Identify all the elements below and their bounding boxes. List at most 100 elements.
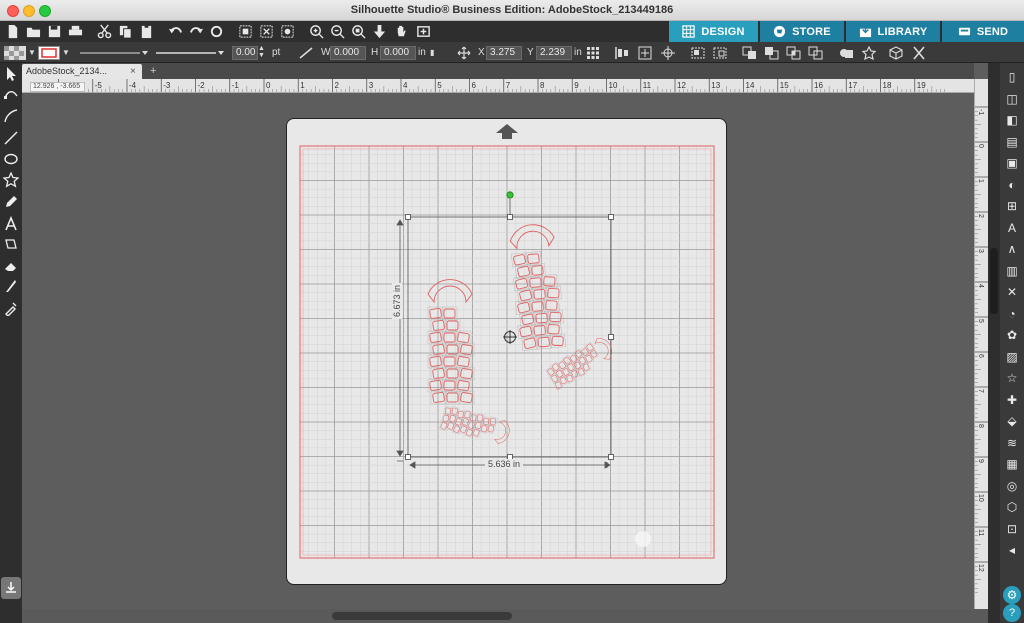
hatch-icon[interactable]: ▦	[1003, 455, 1021, 473]
anchor-grid-icon[interactable]	[586, 45, 600, 60]
stroke-width-field[interactable]: 0.00	[232, 46, 258, 60]
y-position-field[interactable]: 2.239	[536, 46, 572, 60]
knife-panel-icon[interactable]: ◔	[1003, 305, 1021, 323]
horizontal-scroll-thumb[interactable]	[332, 612, 512, 620]
center-icon[interactable]	[660, 45, 676, 60]
print-icon[interactable]	[67, 24, 83, 39]
cutting-mat[interactable]: 6.673 in 5.636 in	[286, 118, 727, 585]
collapse-panel-icon[interactable]: ◂	[1003, 541, 1021, 559]
sketch-icon[interactable]: ≋	[1003, 434, 1021, 452]
ruler-right-label: 11	[977, 529, 984, 536]
point-edit-icon[interactable]	[2, 85, 20, 103]
new-document-icon[interactable]	[4, 24, 20, 39]
tab-library[interactable]: LIBRARY	[846, 21, 940, 42]
scale-icon[interactable]: ✕	[1003, 283, 1021, 301]
point-edit-panel-icon[interactable]: ▨	[1003, 348, 1021, 366]
link-aspect-icon[interactable]: ▮	[430, 45, 434, 60]
pan-hand-icon[interactable]	[393, 24, 409, 39]
settings-gear-icon[interactable]: ⚙	[1003, 586, 1021, 604]
x-position-field[interactable]: 3.275	[486, 46, 522, 60]
align-panel-icon[interactable]: ▥	[1003, 262, 1021, 280]
select-all-icon[interactable]	[237, 24, 253, 39]
offset-panel-icon[interactable]: ✿	[1003, 326, 1021, 344]
replicate-icon[interactable]: ▣	[1003, 154, 1021, 172]
weld-icon[interactable]	[838, 45, 854, 60]
trace-icon[interactable]: ∧	[1003, 240, 1021, 258]
star-tool-icon[interactable]	[2, 171, 20, 189]
pixscan-icon[interactable]: ◎	[1003, 477, 1021, 495]
delete-x-icon[interactable]	[911, 45, 927, 60]
tab-send[interactable]: SEND	[942, 21, 1024, 42]
undo-icon[interactable]	[167, 24, 183, 39]
nesting-icon[interactable]: ⊡	[1003, 520, 1021, 538]
document-tab[interactable]: AdobeStock_2134... ×	[22, 64, 142, 79]
open-folder-icon[interactable]	[25, 24, 41, 39]
send-to-back-icon[interactable]	[764, 45, 780, 60]
deselect-icon[interactable]	[258, 24, 274, 39]
close-tab-icon[interactable]: ×	[130, 64, 136, 79]
zoom-in-icon[interactable]	[308, 24, 324, 39]
puzzle-icon[interactable]: ✚	[1003, 391, 1021, 409]
bring-to-front-icon[interactable]	[742, 45, 758, 60]
select-arrow-icon[interactable]	[2, 65, 20, 83]
fill-panel-icon[interactable]: ◐	[1003, 176, 1021, 194]
send-backward-icon[interactable]	[808, 45, 824, 60]
tab-design[interactable]: DESIGN	[669, 21, 758, 42]
text-tool-icon[interactable]	[2, 215, 20, 233]
line-weight-selector[interactable]	[154, 45, 224, 60]
text-style-icon[interactable]: A	[1003, 219, 1021, 237]
x-label: X	[478, 47, 485, 58]
zoom-out-icon[interactable]	[329, 24, 345, 39]
stroke-width-stepper[interactable]: ▲ ▼	[258, 45, 265, 60]
cube-3d-icon[interactable]: ⬡	[1003, 498, 1021, 516]
line-color-dropdown-chevron-icon[interactable]: ▼	[62, 45, 70, 60]
width-field[interactable]: 0.000	[330, 46, 366, 60]
eraser-tool-icon[interactable]	[2, 257, 20, 275]
line-style-selector[interactable]	[78, 45, 148, 60]
fill-pattern-swatch[interactable]	[4, 45, 26, 60]
move-arrows-icon[interactable]	[456, 45, 472, 60]
transform-icon[interactable]: ⊞	[1003, 197, 1021, 215]
help-icon[interactable]: ?	[1003, 604, 1021, 622]
design-store-icon[interactable]: ◫	[1003, 90, 1021, 108]
bring-forward-icon[interactable]	[786, 45, 802, 60]
redo-icon[interactable]	[188, 24, 204, 39]
vertical-scrollbar-track[interactable]	[988, 63, 1000, 623]
3d-box-icon[interactable]	[888, 45, 904, 60]
layers-icon[interactable]: ▤	[1003, 133, 1021, 151]
curve-tool-icon[interactable]	[2, 107, 20, 125]
fill-bucket-icon[interactable]	[2, 235, 20, 253]
fill-dropdown-chevron-icon[interactable]: ▼	[28, 45, 36, 60]
copy-icon[interactable]	[117, 24, 133, 39]
horizontal-scrollbar[interactable]	[22, 609, 988, 623]
line-draw-icon[interactable]	[2, 129, 20, 147]
save-icon[interactable]	[46, 24, 62, 39]
line-color-swatch[interactable]	[38, 45, 60, 60]
redraw-icon[interactable]	[208, 24, 224, 39]
line-tool-icon[interactable]	[298, 45, 314, 60]
eyedropper-icon[interactable]	[2, 299, 20, 317]
zoom-box-icon[interactable]	[415, 24, 431, 39]
height-field[interactable]: 0.000	[380, 46, 416, 60]
tab-store[interactable]: STORE	[760, 21, 844, 42]
offset-star-icon[interactable]	[861, 45, 877, 60]
library-panel-icon[interactable]: ◧	[1003, 111, 1021, 129]
vertical-scroll-thumb[interactable]	[990, 248, 998, 314]
modify-panel-icon[interactable]: ☆	[1003, 369, 1021, 387]
ellipse-tool-icon[interactable]	[2, 150, 20, 168]
align-icon[interactable]	[614, 45, 630, 60]
ungroup-icon[interactable]	[712, 45, 728, 60]
knife-tool-icon[interactable]	[2, 277, 20, 295]
import-tray-icon[interactable]	[1, 577, 21, 599]
pencil-tool-icon[interactable]	[2, 193, 20, 211]
page-setup-icon[interactable]: ▯	[1003, 68, 1021, 86]
center-to-page-icon[interactable]	[637, 45, 653, 60]
cut-icon[interactable]	[96, 24, 112, 39]
rhinestone-icon[interactable]: ⬙	[1003, 412, 1021, 430]
new-tab-button[interactable]: +	[150, 64, 162, 78]
paste-icon[interactable]	[138, 24, 154, 39]
fit-to-page-icon[interactable]	[371, 24, 387, 39]
zoom-fit-icon[interactable]	[350, 24, 366, 39]
select-by-color-icon[interactable]	[279, 24, 295, 39]
group-icon[interactable]	[690, 45, 706, 60]
